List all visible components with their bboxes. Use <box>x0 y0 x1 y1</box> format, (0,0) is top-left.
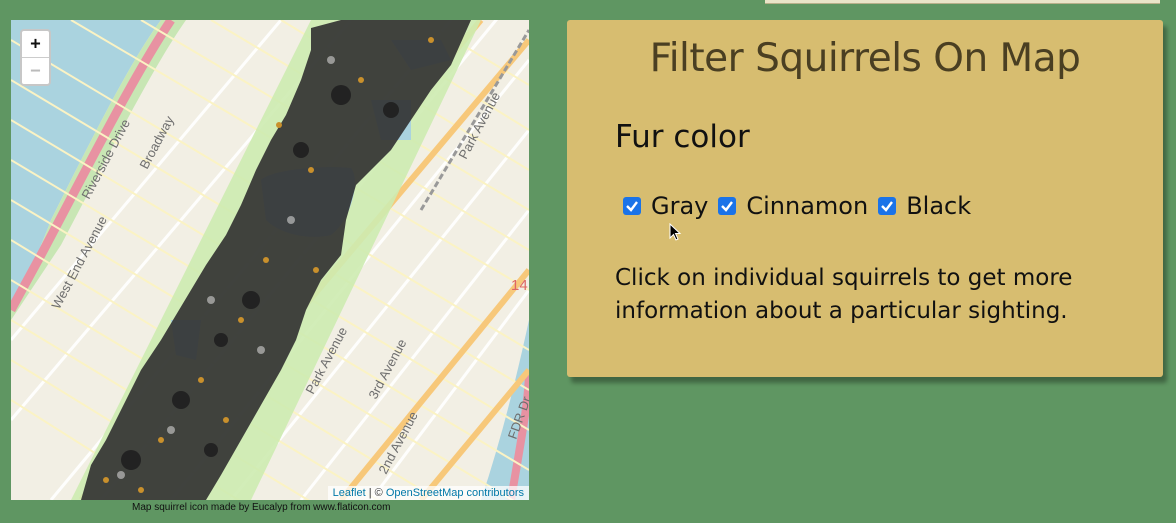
filter-panel: Filter Squirrels On Map Fur color Gray C… <box>567 20 1163 377</box>
osm-contributors-link[interactable]: OpenStreetMap contributors <box>386 487 524 499</box>
fur-color-filters: Gray Cinnamon Black <box>623 192 981 220</box>
checkmark-icon <box>881 201 894 212</box>
map-tiles[interactable]: Riverside Drive Broadway West End Avenue… <box>11 20 529 500</box>
zoom-in-button[interactable]: + <box>22 31 49 57</box>
street-label: 14 <box>511 277 528 294</box>
filter-cinnamon[interactable]: Cinnamon <box>718 192 868 220</box>
panel-title: Filter Squirrels On Map <box>649 36 1081 81</box>
top-bar-edge <box>765 0 1160 4</box>
fur-color-heading: Fur color <box>615 119 750 155</box>
checkmark-icon <box>626 201 638 212</box>
map-attribution: Leaflet | © OpenStreetMap contributors <box>327 486 529 500</box>
checkmark-icon <box>721 201 734 212</box>
cinnamon-label: Cinnamon <box>746 192 869 220</box>
zoom-out-button[interactable]: − <box>22 57 49 84</box>
black-label: Black <box>906 192 972 220</box>
mouse-cursor-icon <box>669 223 682 241</box>
icon-credit: Map squirrel icon made by Eucalyp from w… <box>132 502 391 513</box>
gray-label: Gray <box>651 192 709 220</box>
help-text: Click on individual squirrels to get mor… <box>615 265 1073 324</box>
black-checkbox[interactable] <box>878 197 897 215</box>
attribution-separator: | © <box>365 487 386 499</box>
filter-gray[interactable]: Gray <box>623 192 708 220</box>
zoom-control: + − <box>20 29 51 86</box>
filter-black[interactable]: Black <box>878 192 971 220</box>
squirrel-map[interactable]: Riverside Drive Broadway West End Avenue… <box>11 20 529 500</box>
leaflet-link[interactable]: Leaflet <box>333 487 366 499</box>
cinnamon-checkbox[interactable] <box>718 197 737 215</box>
gray-checkbox[interactable] <box>623 197 641 215</box>
